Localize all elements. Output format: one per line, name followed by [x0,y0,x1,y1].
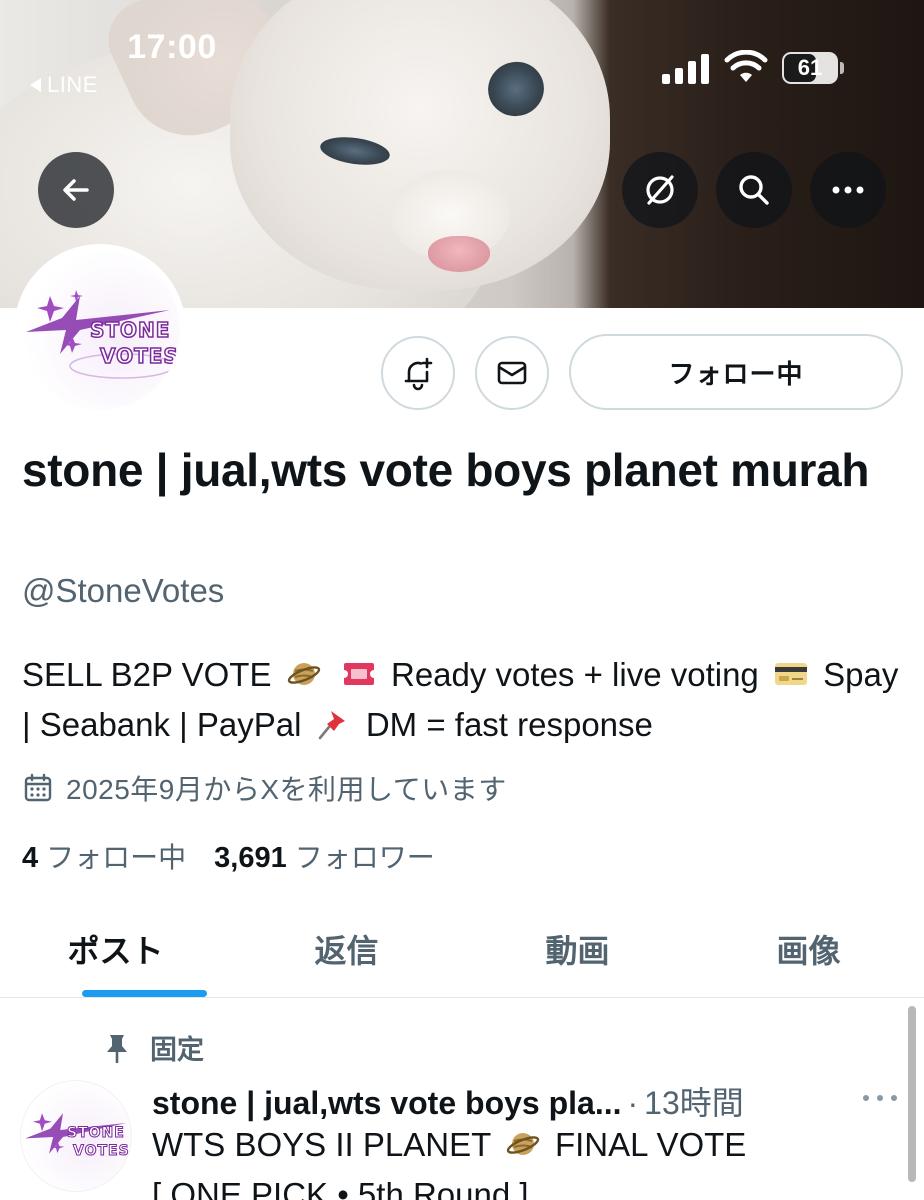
tab-replies[interactable]: 返信 [231,900,462,997]
post-author-name[interactable]: stone | jual,wts vote boys pla... [152,1085,622,1122]
ticket-emoji-icon [341,663,376,685]
calendar-icon [24,773,52,802]
battery-indicator: 61 [782,52,844,84]
status-back-app-label: LINE [47,72,98,97]
following-count: 4 [22,842,39,874]
active-tab-indicator [82,990,207,997]
grok-icon [646,175,674,205]
credit-card-emoji-icon [774,663,807,685]
grok-button[interactable] [622,152,698,228]
post-author-avatar[interactable]: STONE VOTES [20,1080,132,1192]
following-label: フォロー中 [46,842,187,873]
tab-images[interactable]: 画像 [693,900,924,997]
more-icon [832,186,864,194]
back-triangle-icon [30,78,41,92]
post-header: stone | jual,wts vote boys pla... · 13時間 [152,1078,744,1124]
back-button[interactable] [38,152,114,228]
bio-text: SELL B2P VOTE [22,656,272,693]
banner-cat-nose [428,236,490,272]
battery-percentage: 61 [797,55,823,80]
joined-date: 2025年9月からXを利用しています [22,768,507,808]
post-text-line: WTS BOYS II PLANET FINAL VOTE [152,1126,746,1164]
follow-stats: 4 フォロー中 3,691 フォロワー [22,836,435,876]
wifi-icon [724,50,768,82]
pinned-indicator: 固定 [104,1028,204,1067]
post-separator: · [627,1085,639,1121]
stone-votes-logo: STONE VOTES [20,250,180,410]
logo-text-stone: STONE [67,1125,125,1142]
followers-link[interactable]: 3,691 フォロワー [214,836,435,876]
bio-text: DM = fast response [365,706,653,743]
joined-text: 2025年9月からXを利用しています [66,774,507,805]
pin-icon [107,1034,127,1063]
logo-text-stone: STONE [89,317,171,343]
message-button[interactable] [475,336,549,410]
cellular-signal-icon [662,54,709,84]
post-text-line: [ ONE PICK • 5th Round ] [152,1176,529,1200]
profile-avatar[interactable]: STONE VOTES [14,244,186,416]
saturn-emoji-icon [287,663,320,685]
followers-count: 3,691 [214,842,287,874]
bell-plus-icon [404,357,433,391]
envelope-icon [497,361,527,385]
battery-body: 61 [782,52,838,84]
profile-tabs: ポスト 返信 動画 画像 [0,900,924,998]
pinned-label: 固定 [150,1035,204,1065]
followers-label: フォロワー [294,842,435,873]
post-more-icon[interactable] [858,1086,902,1110]
bio-text: Ready votes + live voting [390,656,759,693]
more-options-button[interactable] [810,152,886,228]
status-time: 17:00 [127,28,217,66]
pushpin-emoji-icon [318,711,345,740]
tab-videos[interactable]: 動画 [462,900,693,997]
profile-bio: SELL B2P VOTE Ready votes + live voting … [22,650,912,750]
arrow-left-icon [63,179,89,201]
post-timestamp[interactable]: 13時間 [644,1078,744,1124]
battery-cap [840,62,844,74]
logo-text-votes: VOTES [73,1143,130,1160]
notifications-button[interactable] [381,336,455,410]
search-icon [739,175,769,205]
post-text: WTS BOYS II PLANET [152,1126,491,1163]
logo-text-votes: VOTES [99,343,179,369]
following-button[interactable]: フォロー中 [569,334,903,410]
post-text: FINAL VOTE [554,1126,747,1163]
search-button[interactable] [716,152,792,228]
status-back-to-app[interactable]: LINE [30,72,98,98]
following-link[interactable]: 4 フォロー中 [22,836,186,876]
saturn-emoji-icon [506,1133,539,1155]
profile-handle: @StoneVotes [22,572,225,609]
scrollbar[interactable] [908,1006,916,1182]
profile-display-name: stone | jual,wts vote boys planet murah [22,444,870,496]
tab-posts[interactable]: ポスト [0,900,231,997]
